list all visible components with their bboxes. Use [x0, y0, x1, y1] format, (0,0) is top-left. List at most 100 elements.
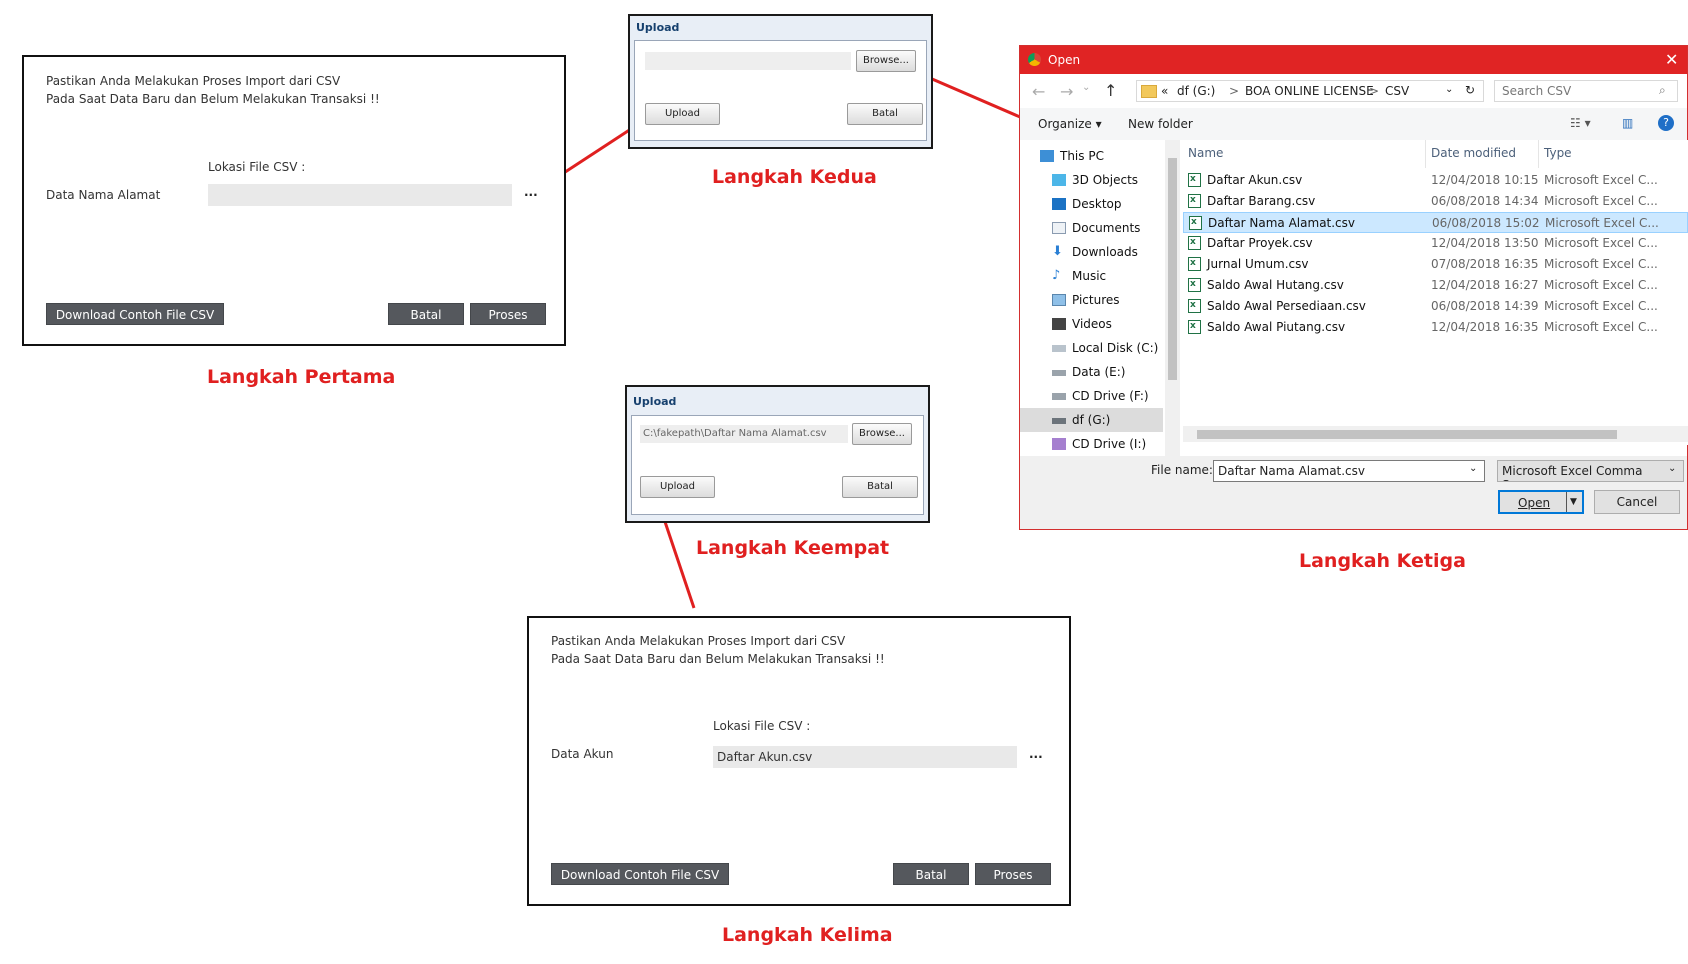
nav-documents[interactable]: Documents [1020, 216, 1163, 240]
chevron-down-icon[interactable] [1566, 492, 1567, 512]
file-name: Daftar Barang.csv [1207, 194, 1316, 208]
nav-videos[interactable]: Videos [1020, 312, 1163, 336]
filetype-value: Microsoft Excel Comma Separa [1502, 464, 1643, 481]
nav-label: Local Disk (C:) [1072, 341, 1159, 355]
chevron-down-icon: ⌄ [1668, 463, 1677, 474]
nav-cd-f[interactable]: CD Drive (F:) [1020, 384, 1163, 408]
browse-button[interactable]: Browse... [852, 423, 912, 445]
horizontal-scrollbar[interactable] [1183, 426, 1688, 442]
filetype-select[interactable]: Microsoft Excel Comma Separa ⌄ [1497, 460, 1684, 482]
new-folder-button[interactable]: New folder [1128, 117, 1193, 131]
import-dialog-step1: Pastikan Anda Melakukan Proses Import da… [22, 55, 566, 346]
crumb-0[interactable]: « [1161, 84, 1168, 98]
col-name[interactable]: Name [1188, 146, 1223, 160]
nav-this-pc[interactable]: This PC [1020, 144, 1163, 168]
search-input[interactable]: Search CSV ⌕ [1494, 80, 1678, 102]
close-icon[interactable]: ✕ [1665, 50, 1678, 69]
nav-label: Downloads [1072, 245, 1138, 259]
nav-desktop[interactable]: Desktop [1020, 192, 1163, 216]
back-icon[interactable]: ← [1032, 82, 1045, 101]
cancel-button[interactable]: Batal [847, 103, 923, 125]
import-dialog-step5: Pastikan Anda Melakukan Proses Import da… [527, 616, 1071, 906]
up-icon[interactable]: ↑ [1104, 81, 1117, 100]
col-date[interactable]: Date modified [1431, 146, 1516, 160]
nav-scroll-thumb[interactable] [1168, 158, 1177, 380]
nav-label: 3D Objects [1072, 173, 1139, 187]
file-row[interactable]: Daftar Barang.csv 06/08/2018 14:34 Microso… [1183, 190, 1688, 212]
upload-title: Upload [633, 395, 677, 408]
browse-button[interactable]: Browse... [856, 50, 916, 72]
chevron-down-icon[interactable]: ⌄ [1469, 463, 1477, 474]
csv-file-field[interactable]: Daftar Akun.csv [713, 746, 1017, 768]
navigation-row: ← → ⌄ ↑ « df (G:) > BOA ONLINE LICENSE >… [1020, 74, 1687, 108]
process-button[interactable]: Proses [470, 303, 546, 325]
file-type: Microsoft Excel C... [1544, 278, 1658, 292]
cancel-button[interactable]: Batal [893, 863, 969, 885]
download-sample-button[interactable]: Download Contoh File CSV [551, 863, 729, 885]
nav-downloads[interactable]: ⬇ Downloads [1020, 240, 1163, 264]
view-options-icon[interactable]: ☷ ▾ [1570, 116, 1591, 130]
title-bar: Open ✕ [1020, 46, 1687, 74]
organize-button[interactable]: Organize ▾ [1038, 117, 1102, 131]
excel-file-icon [1188, 232, 1201, 253]
file-row[interactable]: Saldo Awal Hutang.csv 12/04/2018 16:27 Mic… [1183, 274, 1688, 296]
nav-label: Videos [1072, 317, 1112, 331]
crumb-3[interactable]: BOA ONLINE LICENSE [1245, 84, 1374, 98]
crumb-5[interactable]: CSV [1385, 84, 1409, 98]
preview-pane-icon[interactable]: ▥ [1622, 116, 1633, 130]
csv-file-field[interactable] [208, 184, 512, 206]
nav-label: This PC [1060, 149, 1104, 163]
file-row[interactable]: Saldo Awal Piutang.csv 12/04/2018 16:35 Mi… [1183, 316, 1688, 338]
address-bar[interactable]: « df (G:) > BOA ONLINE LICENSE > CSV ⌄ ↻ [1136, 80, 1484, 102]
upload-button[interactable]: Upload [640, 476, 715, 498]
h-scroll-thumb[interactable] [1197, 430, 1617, 439]
file-row[interactable]: Saldo Awal Persediaan.csv 06/08/2018 14:3… [1183, 295, 1688, 317]
nav-pictures[interactable]: Pictures [1020, 288, 1163, 312]
open-button[interactable]: Open ▼ [1498, 490, 1584, 514]
browse-dots-button[interactable]: ... [1029, 747, 1043, 761]
recent-chevron-icon[interactable]: ⌄ [1082, 82, 1090, 93]
forward-icon[interactable]: → [1060, 82, 1073, 101]
file-row[interactable]: Daftar Proyek.csv 12/04/2018 13:50 Microso… [1183, 232, 1688, 254]
help-icon[interactable]: ? [1658, 115, 1674, 131]
data-label: Data Nama Alamat [46, 188, 161, 202]
browse-dots-button[interactable]: ... [524, 185, 538, 199]
upload-button[interactable]: Upload [645, 103, 720, 125]
excel-file-icon [1188, 316, 1201, 337]
download-sample-button[interactable]: Download Contoh File CSV [46, 303, 224, 325]
file-row[interactable]: Jurnal Umum.csv 07/08/2018 16:35 Microsoft… [1183, 253, 1688, 275]
filename-input[interactable]: Daftar Nama Alamat.csv ⌄ [1213, 460, 1485, 482]
nav-3d-objects[interactable]: 3D Objects [1020, 168, 1163, 192]
nav-scrollbar[interactable] [1165, 140, 1180, 456]
nav-music[interactable]: ♪ Music [1020, 264, 1163, 288]
file-type: Microsoft Excel C... [1544, 320, 1658, 334]
split-arrow[interactable]: ▼ [1570, 491, 1577, 513]
nav-data-e[interactable]: Data (E:) [1020, 360, 1163, 384]
warning-line2: Pada Saat Data Baru dan Belum Melakukan … [46, 92, 380, 106]
cancel-button[interactable]: Cancel [1594, 490, 1680, 514]
file-name: Saldo Awal Persediaan.csv [1207, 299, 1366, 313]
col-divider [1425, 140, 1426, 168]
step2-caption: Langkah Kedua [712, 166, 877, 188]
location-label: Lokasi File CSV : [713, 719, 811, 733]
nav-local-disk[interactable]: Local Disk (C:) [1020, 336, 1163, 360]
file-row-selected[interactable]: Daftar Nama Alamat.csv 06/08/2018 15:02 Mi… [1183, 212, 1688, 233]
desktop-icon [1052, 198, 1066, 210]
upload-path-field[interactable] [645, 52, 851, 70]
crumb-1[interactable]: df (G:) [1177, 84, 1215, 98]
refresh-icon[interactable]: ↻ [1465, 83, 1475, 97]
window-title: Open [1048, 53, 1081, 67]
cancel-button[interactable]: Batal [842, 476, 918, 498]
cd-icon [1052, 438, 1066, 450]
col-type[interactable]: Type [1544, 146, 1572, 160]
process-button[interactable]: Proses [975, 863, 1051, 885]
upload-path-field[interactable]: C:\fakepath\Daftar Nama Alamat.csv [640, 425, 848, 443]
nav-cd-i[interactable]: CD Drive (I:) Cur [1020, 432, 1163, 456]
nav-label: df (G:) [1072, 413, 1111, 427]
chevron-down-icon[interactable]: ⌄ [1445, 84, 1453, 95]
cancel-button[interactable]: Batal [388, 303, 464, 325]
file-name: Jurnal Umum.csv [1207, 257, 1309, 271]
file-name: Daftar Akun.csv [1207, 173, 1303, 187]
nav-df-g[interactable]: df (G:) [1020, 408, 1163, 432]
file-row[interactable]: Daftar Akun.csv 12/04/2018 10:15 Microsoft… [1183, 169, 1688, 191]
